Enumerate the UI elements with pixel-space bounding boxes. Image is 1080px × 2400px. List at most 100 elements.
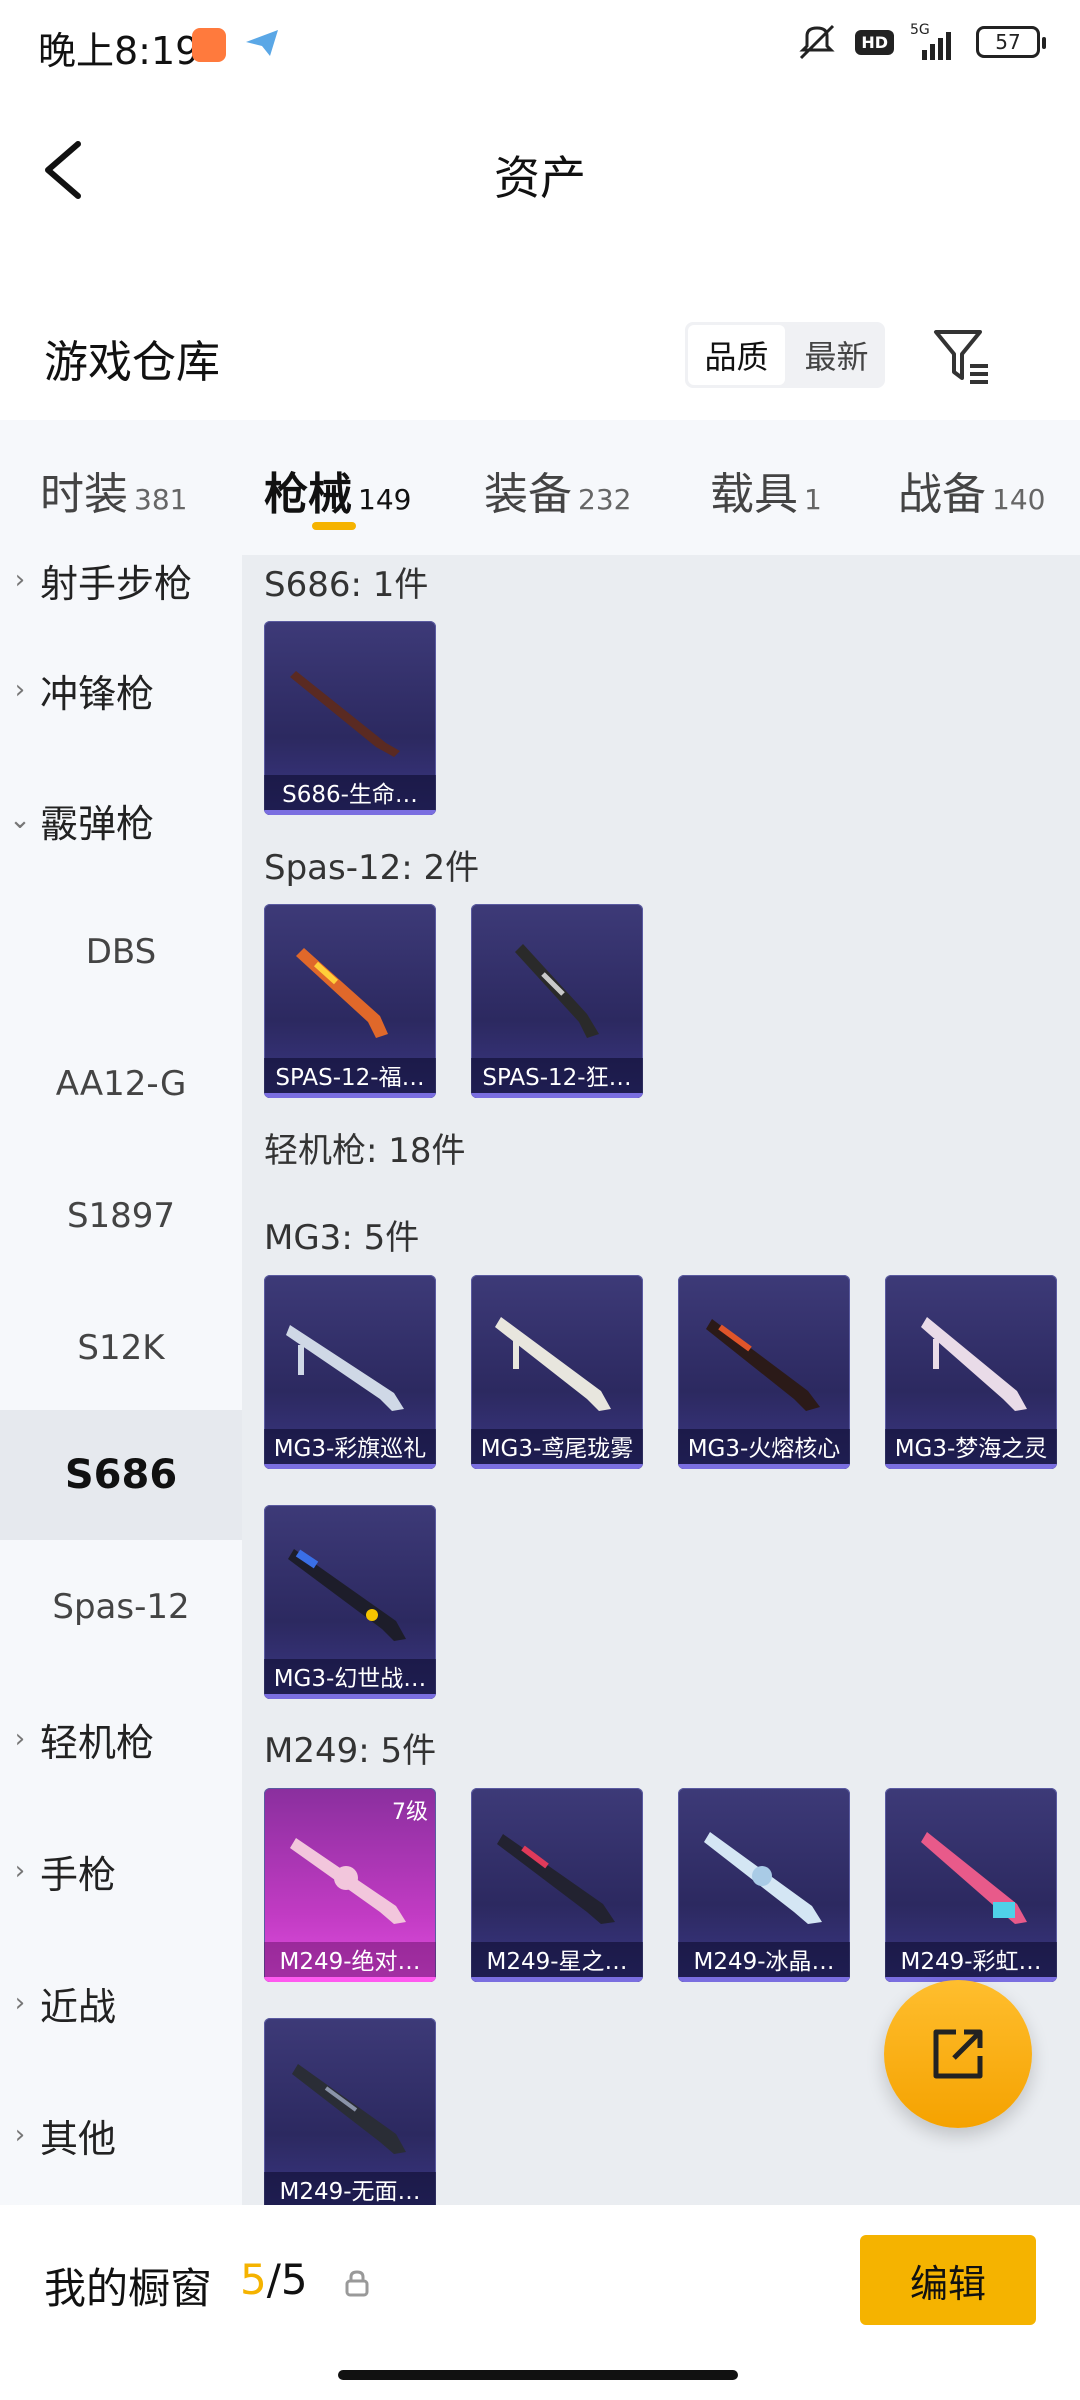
tab-weapons[interactable]: 枪械 149 [264,458,411,522]
sidebar-item-label: Spas-12 [52,1587,190,1627]
sidebar-item-lmg[interactable]: › 轻机枪 [0,1674,242,1804]
sort-quality-option[interactable]: 品质 [688,325,785,385]
lock-icon [345,2270,369,2297]
machine-gun-icon [495,1317,611,1411]
weapon-card[interactable]: MG3-彩旗巡礼 [264,1275,436,1469]
sidebar-item-label: 其他 [40,2116,117,2161]
sidebar-item-dbs[interactable]: DBS [0,887,242,1017]
shotgun-icon [290,671,400,757]
card-label: M249-冰晶… [678,1942,850,1982]
weapon-card[interactable]: M249-彩虹… [885,1788,1057,1982]
card-label: MG3-火熔核心 [678,1429,850,1469]
card-label: M249-绝对… [264,1942,436,1982]
sort-toggle: 品质 最新 [685,322,885,388]
home-indicator [338,2370,738,2380]
external-link-icon [933,2029,983,2079]
status-bar: 晚上8:19 HD 5G 57 [0,0,1080,90]
sidebar-item-label: 冲锋枪 [40,671,155,716]
tab-count: 149 [358,483,412,516]
weapon-card[interactable]: MG3-鸢尾珑雾 [471,1275,643,1469]
tab-label: 时装 [40,469,128,520]
machine-gun-icon [704,1832,822,1924]
weapon-card[interactable]: M249-星之… [471,1788,643,1982]
sidebar-item-pistol[interactable]: › 手枪 [0,1806,242,1936]
weapon-card[interactable]: SPAS-12-福… [264,904,436,1098]
sidebar-item-smg[interactable]: › 冲锋枪 [0,625,242,755]
tab-count: 140 [992,483,1046,516]
weapon-card[interactable]: MG3-火熔核心 [678,1275,850,1469]
sidebar-item-label: S1897 [66,1196,176,1236]
machine-gun-icon [292,2064,406,2154]
section-title: 游戏仓库 [44,337,220,388]
paper-plane-icon [246,30,278,56]
machine-gun-icon [290,1838,406,1924]
hd-badge: HD [855,29,894,55]
active-tab-indicator [312,522,356,530]
tab-label: 载具 [710,469,798,520]
warehouse-header: 游戏仓库 品质 最新 [0,300,1080,410]
sidebar-item-label: 近战 [40,1984,117,2029]
share-button[interactable] [884,1980,1032,2128]
bottom-bar: 我的橱窗 5/5 编辑 [0,2205,1080,2400]
weapon-card[interactable]: MG3-梦海之灵 [885,1275,1057,1469]
machine-gun-icon [497,1834,615,1924]
nav-bar: 资产 [0,120,1080,220]
card-label: S686-生命… [264,775,436,815]
showcase-separator: / [266,2255,281,2304]
sidebar-item-label: 手枪 [40,1852,117,1897]
filter-icon[interactable] [930,324,994,388]
sidebar-item-aa12g[interactable]: AA12-G [0,1019,242,1149]
machine-gun-icon [921,1832,1027,1924]
group-title-mg3: MG3: 5件 [264,1218,420,1258]
sidebar-item-label: 射手步枪 [40,561,193,606]
weapon-card[interactable]: M249-冰晶… [678,1788,850,1982]
card-label: MG3-幻世战… [264,1659,436,1699]
machine-gun-icon [286,1325,404,1411]
chevron-right-icon: › [14,1988,26,2018]
chevron-right-icon: › [14,675,26,705]
sidebar-item-label: DBS [85,932,157,972]
weapon-card[interactable]: SPAS-12-狂… [471,904,643,1098]
sidebar-item-label: S686 [64,1452,178,1498]
showcase-current: 5 [240,2255,267,2304]
svg-text:5G: 5G [910,22,930,38]
sort-latest-option[interactable]: 最新 [788,322,885,388]
weapon-card[interactable]: MG3-幻世战… [264,1505,436,1699]
weapon-category-sidebar: › 射手步枪 › 冲锋枪 ⌄ 霰弹枪 DBS AA12-G S1897 S12K… [0,555,242,2205]
sidebar-item-melee[interactable]: › 近战 [0,1938,242,2068]
sidebar-item-s12k[interactable]: S12K [0,1283,242,1413]
weapon-card[interactable]: 7级 M249-绝对… [264,1788,436,1982]
sidebar-item-label: 霰弹枪 [40,801,155,846]
category-tabs: 时装 381 枪械 149 装备 232 载具 1 战备 140 [0,420,1080,555]
sidebar-item-other[interactable]: › 其他 [0,2070,242,2200]
group-title-s686: S686: 1件 [264,565,429,605]
mute-icon [799,24,835,60]
status-time: 晚上8:19 [38,29,200,73]
sidebar-item-spas12[interactable]: Spas-12 [0,1542,242,1672]
sidebar-item-s1897[interactable]: S1897 [0,1151,242,1281]
shopping-app-icon [192,28,226,62]
edit-button[interactable]: 编辑 [860,2235,1036,2325]
card-label: MG3-梦海之灵 [885,1429,1057,1469]
weapon-grid: S686: 1件 S686-生命… Spas-12: 2件 SPAS-12-福…… [242,555,1080,2205]
chevron-right-icon: › [14,565,26,595]
card-label: MG3-彩旗巡礼 [264,1429,436,1469]
sidebar-item-shotgun[interactable]: ⌄ 霰弹枪 [0,755,242,885]
sidebar-item-label: 轻机枪 [40,1720,155,1765]
tab-count: 1 [804,483,822,516]
tab-fashion[interactable]: 时装 381 [40,458,187,522]
chevron-right-icon: › [14,2120,26,2150]
tab-vehicles[interactable]: 载具 1 [710,458,822,522]
tab-count: 381 [134,483,188,516]
card-label: MG3-鸢尾珑雾 [471,1429,643,1469]
card-label: M249-彩虹… [885,1942,1057,1982]
shotgun-icon [515,944,599,1038]
tab-count: 232 [578,483,632,516]
weapon-card[interactable]: S686-生命… [264,621,436,815]
weapon-card[interactable]: M249-无面… [264,2018,436,2205]
sidebar-item-s686[interactable]: S686 [0,1410,242,1540]
chevron-right-icon: › [14,1724,26,1754]
group-title-m249: M249: 5件 [264,1731,437,1771]
tab-supplies[interactable]: 战备 140 [898,458,1045,522]
tab-equipment[interactable]: 装备 232 [484,458,631,522]
